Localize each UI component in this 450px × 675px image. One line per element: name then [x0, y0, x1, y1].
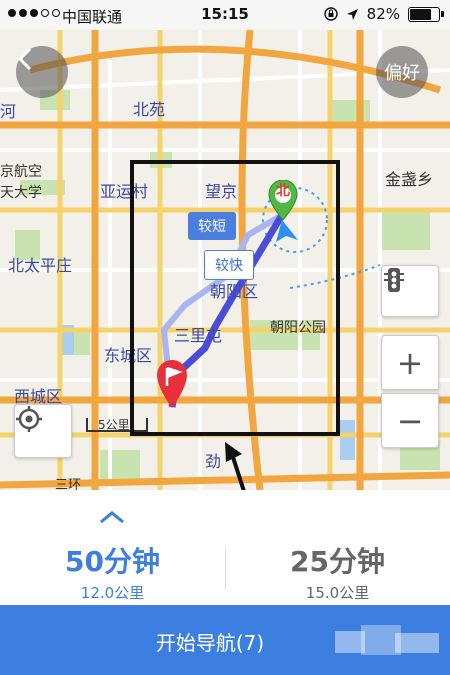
- zoom-in-button[interactable]: +: [381, 335, 439, 390]
- route-options-panel: 50分钟 12.0公里 25分钟 15.0公里: [0, 490, 450, 605]
- scale-label: 5公里: [98, 418, 130, 432]
- chevron-left-icon: [17, 47, 32, 71]
- battery-percentage: 82%: [366, 5, 400, 23]
- route-distance: 12.0公里: [80, 584, 145, 602]
- zoom-out-button[interactable]: −: [381, 393, 439, 448]
- locate-icon: [16, 406, 42, 432]
- start-navigation-button[interactable]: 开始导航(7): [0, 605, 450, 675]
- traffic-toggle-button[interactable]: [381, 265, 439, 317]
- status-bar: 中国联通 15:15 82%: [0, 0, 450, 30]
- map-label: 天大学: [0, 185, 42, 201]
- chevron-up-icon[interactable]: [97, 510, 127, 524]
- map-label: 劲: [205, 452, 222, 471]
- annotation-highlight-box: [130, 160, 340, 436]
- map-label: 河: [0, 102, 17, 121]
- map-label: 北苑: [133, 100, 166, 119]
- route-option-2[interactable]: 25分钟 15.0公里: [225, 490, 450, 605]
- route-duration: 25分钟: [290, 545, 385, 578]
- traffic-light-icon: [384, 268, 404, 292]
- rotation-lock-icon: [323, 7, 338, 21]
- locate-button[interactable]: [14, 404, 72, 458]
- map-label: 北太平庄: [8, 256, 73, 275]
- back-button[interactable]: [16, 46, 68, 98]
- blurred-region: [335, 623, 440, 659]
- battery-icon: [408, 6, 444, 22]
- map-label: 京航空: [0, 164, 42, 180]
- route-duration: 50分钟: [65, 545, 160, 578]
- map-label: 三环: [55, 478, 82, 490]
- route-distance: 15.0公里: [305, 584, 370, 602]
- map-label: 金盏乡: [385, 170, 434, 189]
- preferences-button[interactable]: 偏好: [376, 46, 428, 98]
- route-option-1[interactable]: 50分钟 12.0公里: [0, 490, 225, 605]
- location-arrow-icon: [346, 8, 358, 20]
